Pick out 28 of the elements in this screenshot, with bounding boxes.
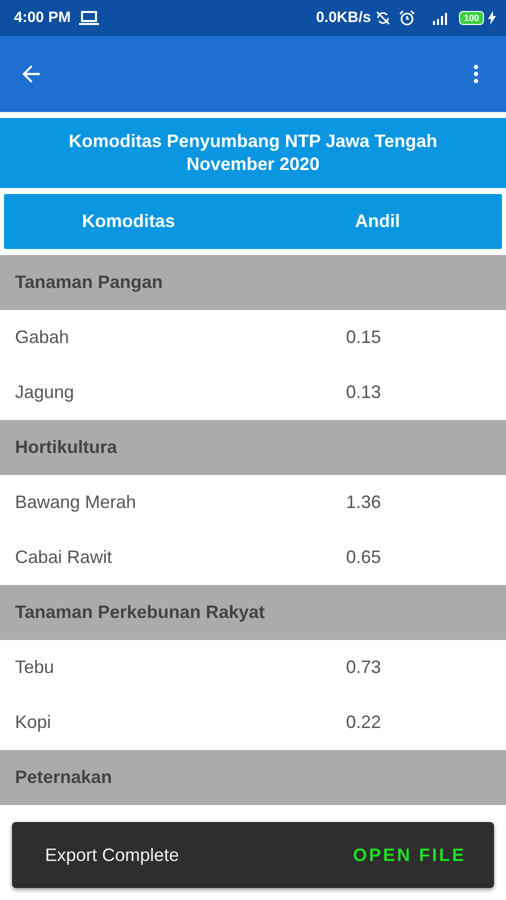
- alarm-icon: [398, 10, 415, 26]
- commodity-name: Cabai Rawit: [15, 546, 114, 569]
- commodity-name: Jagung: [15, 381, 76, 404]
- open-file-button[interactable]: OPEN FILE: [352, 842, 466, 868]
- report-title: Komoditas Penyumbang NTP Jawa Tengah November 2020: [0, 118, 506, 188]
- commodity-name: Tebu: [15, 656, 56, 679]
- category-row: Hortikultura: [0, 420, 506, 475]
- contribution-value: 1.36: [346, 491, 382, 514]
- charging-icon: [488, 11, 496, 25]
- snackbar-message: Export Complete: [45, 844, 180, 867]
- contribution-value: 0.13: [346, 381, 382, 404]
- commodity-name: Bawang Merah: [15, 491, 138, 514]
- contribution-value: 0.65: [346, 546, 382, 569]
- network-speed: 0.0KB/s: [316, 8, 371, 28]
- battery-level: 100: [464, 14, 479, 22]
- commodity-name: Kopi: [15, 711, 52, 734]
- contribution-value: 0.22: [346, 711, 382, 734]
- column-header: Andil: [354, 210, 401, 233]
- sync-off-icon: [374, 10, 391, 26]
- column-header: Komoditas: [80, 210, 176, 233]
- laptop-icon: [78, 11, 99, 25]
- contribution-value: 0.15: [346, 326, 382, 349]
- contribution-value: 0.73: [346, 656, 382, 679]
- category-row: Peternakan: [0, 750, 506, 805]
- commodity-name: Gabah: [15, 326, 70, 349]
- category-row: Tanaman Pangan: [0, 255, 506, 310]
- status-time: 4:00 PM: [14, 8, 71, 28]
- category-row: Tanaman Perkebunan Rakyat: [0, 585, 506, 640]
